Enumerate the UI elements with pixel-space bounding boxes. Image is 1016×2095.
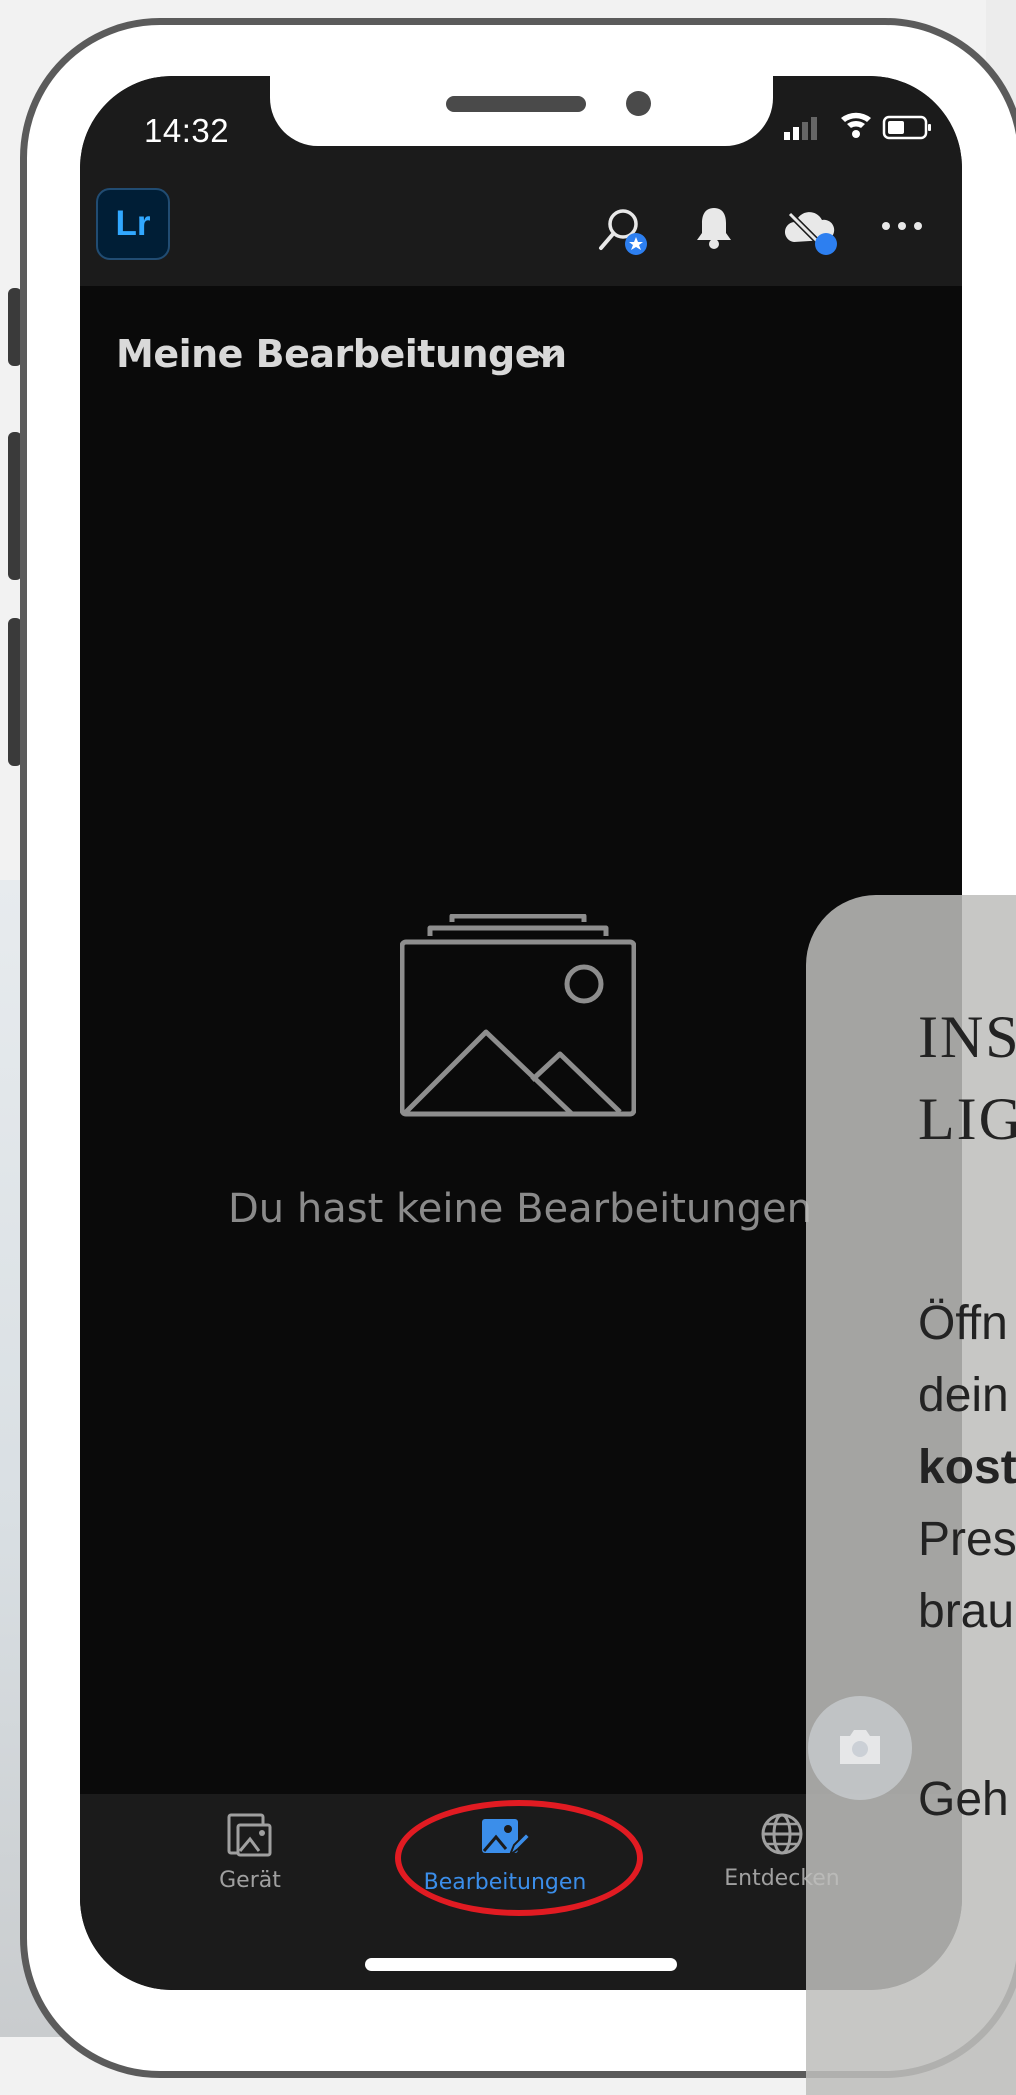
globe-icon xyxy=(759,1813,805,1861)
empty-state-message: Du hast keine Bearbeitungen xyxy=(228,1186,812,1232)
overlay-heading-line: INS xyxy=(918,1004,1016,1070)
bell-icon[interactable] xyxy=(692,204,736,257)
overlay-heading-line: LIG xyxy=(918,1086,1016,1152)
home-indicator[interactable] xyxy=(365,1958,677,1971)
battery-icon xyxy=(882,115,931,140)
more-icon[interactable] xyxy=(880,216,924,241)
chevron-down-icon[interactable] xyxy=(535,349,561,370)
notch xyxy=(270,76,773,146)
camera-button[interactable] xyxy=(808,1696,912,1800)
overlay-last-line: Geh xyxy=(918,1773,1009,1826)
overlay-body-text: Öffn dein kost Pres brau xyxy=(918,1288,1016,1648)
status-icons xyxy=(784,112,934,142)
overlay-heading: INS LIG xyxy=(918,996,1016,1160)
tab-geraet[interactable]: Gerät xyxy=(190,1811,310,1893)
wifi-icon xyxy=(841,112,871,138)
overlay-body-line: brau xyxy=(918,1585,1015,1638)
empty-photos-illustration-icon xyxy=(399,913,637,1123)
highlight-ring-annotation xyxy=(395,1800,643,1916)
lightroom-logo[interactable]: Lr xyxy=(96,188,170,260)
overlay-body-line: Pres xyxy=(918,1513,1016,1566)
overlay-body-line: dein xyxy=(918,1369,1009,1422)
cloud-sync-icon[interactable] xyxy=(780,204,840,263)
search-star-icon[interactable] xyxy=(597,204,651,263)
section-title-dropdown[interactable]: Meine Bearbeitungen xyxy=(116,332,567,376)
status-time: 14:32 xyxy=(144,112,230,149)
overlay-body-bold-line: kost xyxy=(918,1441,1016,1494)
device-photos-icon xyxy=(226,1813,274,1863)
front-camera xyxy=(626,91,651,116)
signal-icon xyxy=(784,117,817,140)
tab-label: Gerät xyxy=(219,1868,281,1893)
speaker-grille xyxy=(446,96,586,112)
overlay-body-line: Öffn xyxy=(918,1297,1008,1350)
